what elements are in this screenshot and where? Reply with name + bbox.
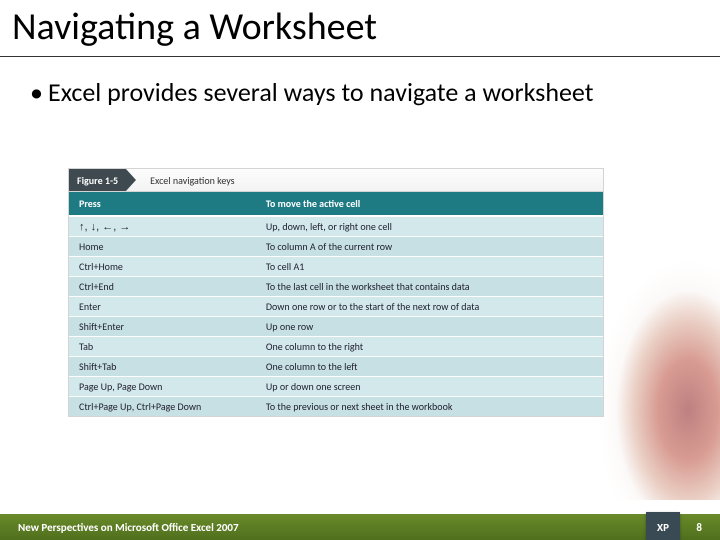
xp-badge: XP [646, 512, 680, 540]
cell-desc: One column to the left [256, 357, 603, 377]
cell-key: Ctrl+Page Up, Ctrl+Page Down [69, 397, 256, 417]
table-row: Shift+TabOne column to the left [69, 357, 603, 377]
cell-desc: To cell A1 [256, 257, 603, 277]
cell-desc: Up or down one screen [256, 377, 603, 397]
cell-key: Home [69, 237, 256, 257]
table-row: HomeTo column A of the current row [69, 237, 603, 257]
table-row: Ctrl+HomeTo cell A1 [69, 257, 603, 277]
footer-book: New Perspectives on Microsoft Office Exc… [18, 521, 239, 534]
table-header-row: Press To move the active cell [69, 192, 603, 216]
bullet-item: •Excel provides several ways to navigate… [30, 78, 670, 108]
table-row: EnterDown one row or to the start of the… [69, 297, 603, 317]
table-row: ↑, ↓, ←, →Up, down, left, or right one c… [69, 216, 603, 237]
cell-key: Shift+Tab [69, 357, 256, 377]
cell-key: Shift+Enter [69, 317, 256, 337]
bullet-text: Excel provides several ways to navigate … [48, 76, 593, 108]
figure-caption-bar: Figure 1-5 Excel navigation keys [69, 169, 603, 192]
cell-desc: To the previous or next sheet in the wor… [256, 397, 603, 417]
table-row: Shift+EnterUp one row [69, 317, 603, 337]
figure-container: Figure 1-5 Excel navigation keys Press T… [68, 168, 604, 417]
cell-desc: To the last cell in the worksheet that c… [256, 277, 603, 297]
bullet-dot: • [30, 78, 48, 108]
cell-key: Enter [69, 297, 256, 317]
nav-keys-table: Press To move the active cell ↑, ↓, ←, →… [69, 192, 603, 416]
col-press: Press [69, 192, 256, 216]
cell-key: Tab [69, 337, 256, 357]
cell-desc: Up one row [256, 317, 603, 337]
slide-title: Navigating a Worksheet [12, 4, 377, 50]
cell-key: Page Up, Page Down [69, 377, 256, 397]
figure-number: Figure 1-5 [69, 169, 126, 191]
footer-page: 8 [696, 521, 702, 534]
cell-desc: To column A of the current row [256, 237, 603, 257]
table-row: TabOne column to the right [69, 337, 603, 357]
figure-arrow-icon [126, 169, 136, 191]
cell-key: Ctrl+End [69, 277, 256, 297]
cell-desc: Up, down, left, or right one cell [256, 216, 603, 237]
figure-title: Excel navigation keys [136, 174, 235, 187]
table-row: Ctrl+Page Up, Ctrl+Page DownTo the previ… [69, 397, 603, 417]
footer-bar: New Perspectives on Microsoft Office Exc… [0, 514, 720, 540]
table-row: Ctrl+EndTo the last cell in the workshee… [69, 277, 603, 297]
title-rule [0, 56, 720, 57]
cell-desc: One column to the right [256, 337, 603, 357]
cell-key: ↑, ↓, ←, → [69, 216, 256, 237]
table-row: Page Up, Page DownUp or down one screen [69, 377, 603, 397]
col-action: To move the active cell [256, 192, 603, 216]
cell-key: Ctrl+Home [69, 257, 256, 277]
cell-desc: Down one row or to the start of the next… [256, 297, 603, 317]
